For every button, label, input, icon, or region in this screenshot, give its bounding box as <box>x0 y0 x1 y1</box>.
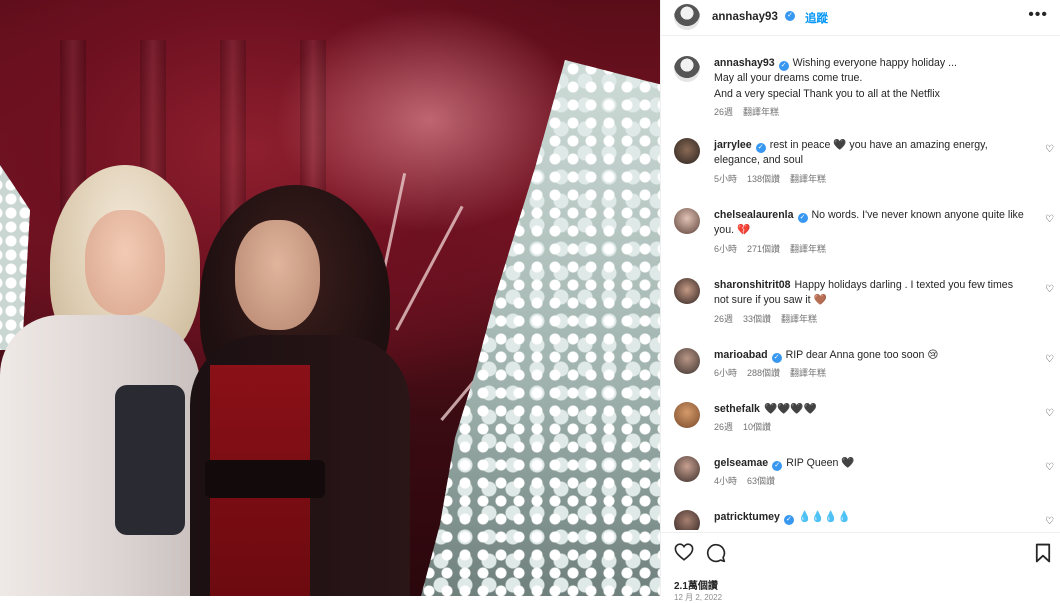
verified-badge-icon: ✓ <box>771 353 782 363</box>
like-comment-heart-icon[interactable]: ♡ <box>1045 214 1054 225</box>
comment-text: 💧💧💧💧 <box>797 511 851 523</box>
comment-time[interactable]: 6小時 <box>714 368 737 378</box>
commenter-username[interactable]: marioabad <box>714 349 768 361</box>
verified-badge-icon: ✓ <box>783 515 794 525</box>
caption-time[interactable]: 26週 <box>714 107 733 117</box>
verified-badge-icon: ✓ <box>778 61 789 71</box>
comment-text: rest in peace 🖤 you have an amazing ener… <box>714 139 988 167</box>
commenter-avatar[interactable] <box>674 138 700 164</box>
comment-likes[interactable]: 10個讚 <box>743 422 771 432</box>
author-avatar[interactable] <box>674 4 700 30</box>
bookmark-icon[interactable] <box>1035 543 1051 563</box>
comment-likes[interactable]: 63個讚 <box>747 476 775 486</box>
translate-link[interactable]: 翻譯年糕 <box>790 368 826 378</box>
post-date: 12 月 2, 2022 <box>674 593 723 602</box>
like-comment-heart-icon[interactable]: ♡ <box>1045 408 1054 419</box>
commenter-username[interactable]: patricktumey <box>714 511 780 523</box>
comment-time[interactable]: 4小時 <box>714 476 737 486</box>
post-header: annashay93 ✓ 追蹤 ••• <box>661 0 1060 36</box>
post-actions: 2.1萬個讚 12 月 2, 2022 <box>661 532 1060 602</box>
like-count[interactable]: 2.1萬個讚 <box>674 577 718 592</box>
comment-likes[interactable]: 33個讚 <box>743 314 771 324</box>
commenter-username[interactable]: jarrylee <box>714 139 752 151</box>
comment-time[interactable]: 26週 <box>714 422 733 432</box>
comment-likes[interactable]: 271個讚 <box>747 244 780 254</box>
like-comment-heart-icon[interactable]: ♡ <box>1045 354 1054 365</box>
commenter-username[interactable]: sharonshitrit08 <box>714 279 791 291</box>
more-options-icon[interactable]: ••• <box>1028 6 1048 24</box>
commenter-avatar[interactable] <box>674 348 700 374</box>
comment-text: RIP Queen 🖤 <box>786 457 855 469</box>
follow-button[interactable]: 追蹤 <box>805 10 828 26</box>
commenter-avatar[interactable] <box>674 402 700 428</box>
verified-badge-icon: ✓ <box>785 11 795 21</box>
author-username[interactable]: annashay93 <box>712 11 778 23</box>
commenter-username[interactable]: sethefalk <box>714 403 760 415</box>
caption-line: Wishing everyone happy holiday ... <box>792 57 957 69</box>
verified-badge-icon: ✓ <box>797 213 808 223</box>
comment-likes[interactable]: 288個讚 <box>747 368 780 378</box>
comment-likes[interactable]: 138個讚 <box>747 174 780 184</box>
commenter-avatar[interactable] <box>674 208 700 234</box>
commenter-avatar[interactable] <box>674 456 700 482</box>
heart-icon[interactable] <box>674 543 694 561</box>
comment-text: 🖤🖤🖤🖤 <box>763 403 817 415</box>
verified-badge-icon: ✓ <box>772 461 783 471</box>
comment-time[interactable]: 6小時 <box>714 244 737 254</box>
comment-text: RIP dear Anna gone too soon 😢 <box>785 349 939 361</box>
comments-list[interactable]: annashay93 ✓ Wishing everyone happy holida… <box>661 42 1060 530</box>
snowy-tree-right <box>420 60 660 596</box>
translate-link[interactable]: 翻譯年糕 <box>790 174 826 184</box>
comment-icon[interactable] <box>706 543 726 563</box>
comment-time[interactable]: 26週 <box>714 314 733 324</box>
like-comment-heart-icon[interactable]: ♡ <box>1045 516 1054 527</box>
author-avatar[interactable] <box>674 56 700 82</box>
like-comment-heart-icon[interactable]: ♡ <box>1045 462 1054 473</box>
commenter-username[interactable]: chelsealaurenla <box>714 209 794 221</box>
translate-link[interactable]: 翻譯年糕 <box>790 244 826 254</box>
commenter-username[interactable]: gelseamae <box>714 457 768 469</box>
commenter-avatar[interactable] <box>674 278 700 304</box>
caption-line: May all your dreams come true. <box>714 72 863 85</box>
like-comment-heart-icon[interactable]: ♡ <box>1045 144 1054 155</box>
post-photo[interactable] <box>0 0 660 596</box>
caption-line: And a very special Thank you to all at t… <box>714 87 940 100</box>
caption-username[interactable]: annashay93 <box>714 57 775 69</box>
post-sidebar: annashay93 ✓ 追蹤 ••• annashay93 ✓ Wishing e… <box>660 0 1060 602</box>
commenter-avatar[interactable] <box>674 510 700 530</box>
translate-link[interactable]: 翻譯年糕 <box>781 314 817 324</box>
translate-link[interactable]: 翻譯年糕 <box>743 107 779 117</box>
like-comment-heart-icon[interactable]: ♡ <box>1045 284 1054 295</box>
verified-badge-icon: ✓ <box>755 143 766 153</box>
person-right <box>180 185 420 596</box>
comment-time[interactable]: 5小時 <box>714 174 737 184</box>
